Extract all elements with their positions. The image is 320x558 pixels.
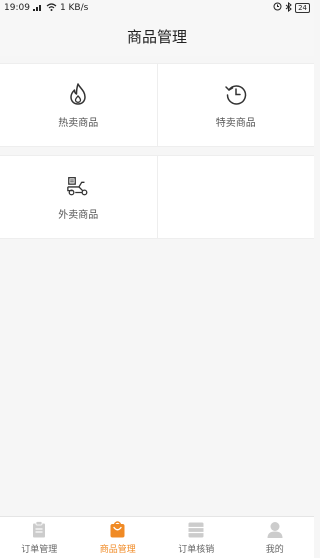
status-left: 19:09 1 KB/s [4, 2, 89, 14]
empty-cell [156, 156, 315, 238]
shopping-bag-icon [110, 521, 126, 539]
tab-order-verification[interactable]: 订单核销 [157, 517, 236, 558]
flame-icon [66, 82, 90, 106]
user-icon [267, 521, 283, 539]
alarm-icon [273, 2, 282, 14]
tab-product-management[interactable]: 商品管理 [79, 517, 158, 558]
special-sale-cell[interactable]: 特卖商品 [156, 64, 315, 146]
signal-icon [32, 3, 43, 14]
tab-label: 订单管理 [21, 544, 58, 555]
takeaway-products-label: 外卖商品 [58, 209, 99, 221]
tab-label: 我的 [265, 544, 284, 555]
hot-products-cell[interactable]: 热卖商品 [0, 64, 157, 146]
status-bar: 19:09 1 KB/s 24 [0, 0, 314, 16]
tab-order-management[interactable]: 订单管理 [0, 517, 79, 558]
tab-bar: 订单管理 商品管理 订单核销 我的 [0, 516, 314, 558]
battery-icon: 24 [295, 3, 310, 13]
status-time: 19:09 [4, 3, 30, 13]
scooter-icon [66, 174, 90, 198]
tab-label: 订单核销 [178, 544, 215, 555]
wifi-icon [46, 2, 57, 14]
clock-refresh-icon [224, 82, 248, 106]
hot-products-label: 热卖商品 [58, 117, 99, 129]
title-bar: 商品管理 [0, 16, 314, 56]
page-title: 商品管理 [126, 27, 187, 46]
network-speed: 1 KB/s [59, 3, 89, 13]
tab-mine[interactable]: 我的 [236, 517, 315, 558]
status-right: 24 [273, 1, 310, 15]
special-sale-label: 特卖商品 [215, 117, 256, 129]
takeaway-products-cell[interactable]: 外卖商品 [0, 156, 157, 238]
product-grid-row-2: 外卖商品 [0, 155, 314, 239]
clipboard-icon [31, 521, 47, 539]
tab-label: 商品管理 [99, 544, 136, 555]
grid-list-icon [188, 521, 204, 539]
bluetooth-icon [285, 1, 292, 15]
product-grid-row-1: 热卖商品 特卖商品 [0, 63, 314, 147]
